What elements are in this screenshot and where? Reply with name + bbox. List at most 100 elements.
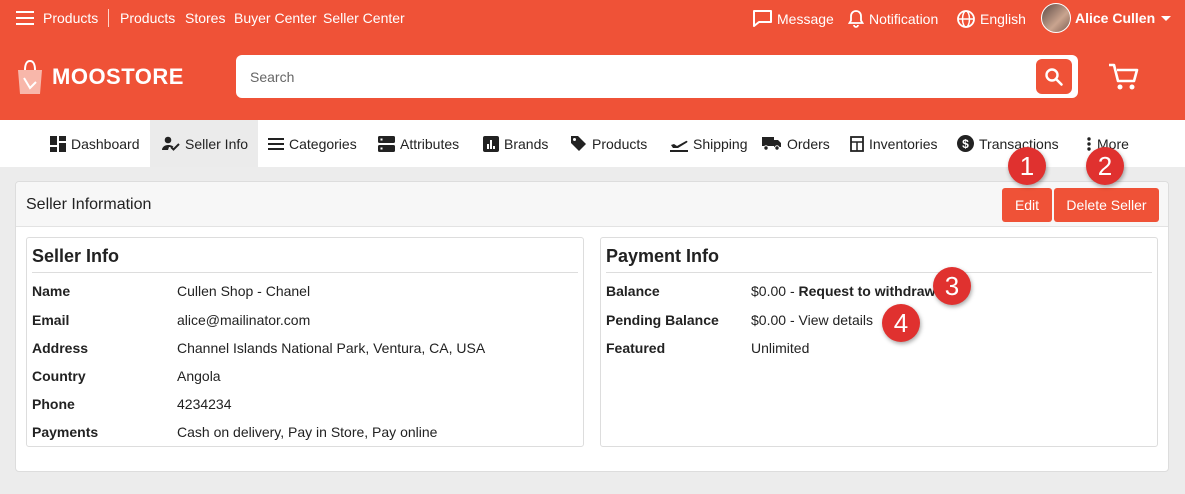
- payment-info-title: Payment Info: [606, 246, 720, 266]
- search-icon: [1045, 67, 1063, 86]
- user-check-icon: [162, 136, 180, 151]
- annotation-marker-1: 1: [1008, 147, 1046, 185]
- annotation-marker-4: 4: [882, 304, 920, 342]
- payment-info-panel: Payment Info Balance $0.00 - Request to …: [600, 237, 1158, 447]
- search-input[interactable]: [250, 55, 1030, 98]
- nav-item-label: Shipping: [693, 135, 748, 152]
- search-bar: [236, 55, 1078, 98]
- nav-item-inventories[interactable]: Inventories: [850, 120, 937, 167]
- seller-information-card: Seller Information Edit Delete Seller Se…: [15, 181, 1169, 472]
- nav-item-label: Brands: [504, 135, 549, 152]
- nav-item-label: Attributes: [400, 135, 460, 152]
- language-selector[interactable]: English: [956, 9, 1026, 29]
- featured-label: Featured: [606, 340, 666, 356]
- user-menu[interactable]: Alice Cullen: [1041, 3, 1173, 33]
- tag-icon: [571, 136, 586, 151]
- nav-item-products[interactable]: Products: [570, 120, 647, 167]
- notification-link[interactable]: Notification: [847, 9, 938, 28]
- truck-icon: [762, 137, 781, 151]
- warehouse-icon: [850, 135, 864, 152]
- seller-info-panel: Seller Info Name Cullen Shop - Chanel Em…: [26, 237, 584, 447]
- edit-button[interactable]: Edit: [1002, 188, 1052, 222]
- payments-label: Payments: [32, 424, 99, 440]
- top-link-products-2[interactable]: Products: [120, 10, 175, 26]
- nav-item-label: Inventories: [869, 135, 938, 152]
- balance-row: $0.00 - Request to withdraw: [751, 283, 935, 299]
- country-label: Country: [32, 368, 86, 384]
- top-link-buyer-center[interactable]: Buyer Center: [234, 10, 316, 26]
- view-details-link[interactable]: View details: [799, 312, 873, 328]
- annotation-marker-3: 3: [933, 267, 971, 305]
- pending-separator: -: [789, 312, 795, 328]
- nav-item-label: Dashboard: [71, 135, 140, 152]
- globe-icon: [957, 10, 975, 28]
- cart-icon[interactable]: [1107, 61, 1141, 93]
- seller-info-title: Seller Info: [32, 246, 120, 266]
- chevron-down-icon: [1161, 16, 1172, 21]
- top-link-stores[interactable]: Stores: [185, 10, 225, 26]
- seller-navigation: Dashboard Seller Info Categories Attribu…: [0, 120, 1185, 167]
- nav-item-categories[interactable]: Categories: [268, 120, 357, 167]
- top-link-seller-center[interactable]: Seller Center: [323, 10, 405, 26]
- dollar-circle-icon: $: [957, 135, 974, 152]
- pending-balance-row: $0.00 - View details: [751, 312, 873, 328]
- nav-item-attributes[interactable]: Attributes: [378, 120, 459, 167]
- country-value: Angola: [177, 368, 221, 384]
- delete-seller-button[interactable]: Delete Seller: [1054, 188, 1159, 222]
- top-navigation: Products Products Stores Buyer Center Se…: [0, 0, 1185, 36]
- top-divider: [108, 9, 109, 27]
- user-name: Alice Cullen: [1075, 10, 1156, 26]
- email-label: Email: [32, 312, 70, 328]
- notification-label: Notification: [869, 10, 939, 27]
- nav-item-dashboard[interactable]: Dashboard: [50, 120, 140, 167]
- message-icon: [753, 10, 772, 27]
- divider: [32, 272, 578, 273]
- name-value: Cullen Shop - Chanel: [177, 283, 311, 299]
- page-title: Seller Information: [26, 196, 152, 213]
- featured-value: Unlimited: [751, 340, 810, 356]
- nav-item-orders[interactable]: Orders: [762, 120, 830, 167]
- plane-departure-icon: [670, 140, 688, 152]
- annotation-marker-2: 2: [1086, 147, 1124, 185]
- message-link[interactable]: Message: [752, 9, 834, 28]
- nav-item-label: Seller Info: [185, 135, 249, 152]
- nav-item-label: Orders: [787, 135, 830, 152]
- pending-balance-label: Pending Balance: [606, 312, 719, 328]
- pending-balance-value: $0.00: [751, 312, 787, 328]
- header-bar: Products Products Stores Buyer Center Se…: [0, 0, 1185, 120]
- nav-item-brands[interactable]: Brands: [483, 120, 548, 167]
- address-value: Channel Islands National Park, Ventura, …: [177, 340, 486, 356]
- phone-label: Phone: [32, 396, 75, 412]
- message-label: Message: [777, 10, 834, 27]
- server-icon: [378, 135, 395, 152]
- list-icon: [268, 137, 284, 150]
- top-link-products[interactable]: Products: [43, 10, 98, 26]
- nav-item-seller-info[interactable]: Seller Info: [150, 120, 259, 167]
- dashboard-icon: [50, 135, 66, 152]
- address-label: Address: [32, 340, 89, 356]
- brand-logo[interactable]: MOOSTORE: [14, 57, 184, 97]
- card-header: Seller Information Edit Delete Seller: [16, 182, 1168, 227]
- hamburger-menu-icon[interactable]: [16, 11, 34, 25]
- language-label: English: [980, 11, 1026, 27]
- balance-label: Balance: [606, 283, 660, 299]
- phone-value: 4234234: [177, 396, 232, 412]
- more-vertical-icon: [1087, 136, 1091, 151]
- name-label: Name: [32, 283, 71, 299]
- brand-name: MOOSTORE: [52, 64, 184, 89]
- payments-value: Cash on delivery, Pay in Store, Pay onli…: [177, 424, 438, 440]
- balance-value: $0.00: [751, 283, 787, 299]
- svg-text:$: $: [962, 137, 969, 151]
- request-withdraw-link[interactable]: Request to withdraw: [799, 283, 936, 299]
- nav-item-shipping[interactable]: Shipping: [670, 120, 748, 167]
- search-button[interactable]: [1036, 59, 1072, 94]
- balance-separator: -: [789, 283, 795, 299]
- shopping-bag-icon: [18, 59, 42, 94]
- chart-box-icon: [483, 135, 499, 152]
- divider: [606, 272, 1152, 273]
- nav-item-label: Categories: [289, 135, 357, 152]
- bell-icon: [847, 10, 865, 28]
- email-value: alice@mailinator.com: [177, 312, 311, 328]
- nav-item-label: Products: [592, 135, 648, 152]
- avatar: [1041, 3, 1071, 33]
